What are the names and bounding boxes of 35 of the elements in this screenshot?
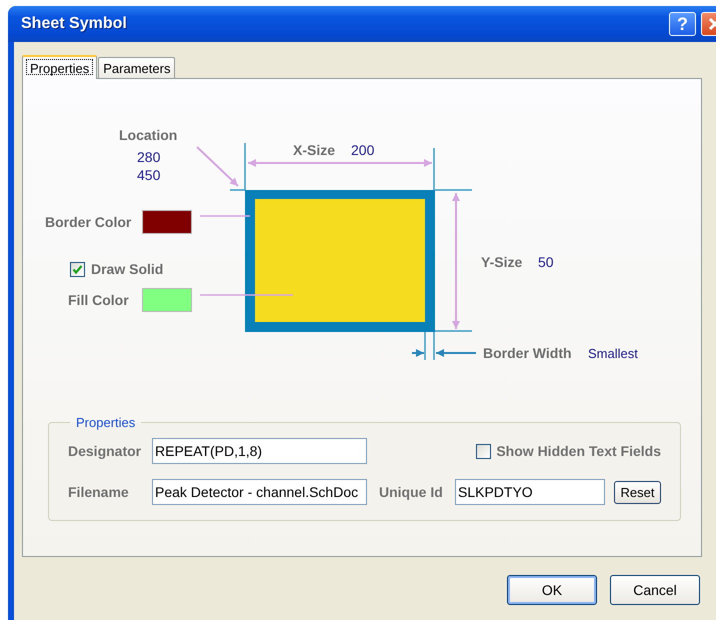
location-x-value: 280 — [137, 149, 160, 165]
y-size-label: Y-Size — [481, 254, 522, 270]
leader-arrow — [196, 146, 239, 187]
field-label: Unique Id — [379, 484, 444, 500]
extension-line — [424, 332, 426, 360]
fill-color-label: Fill Color — [68, 292, 129, 308]
dialog-button[interactable]: Cancel — [610, 575, 700, 605]
group-title: Properties — [75, 415, 136, 430]
location-label: Location — [119, 127, 178, 143]
dimension-arrow — [436, 349, 476, 357]
border-color-label: Border Color — [45, 214, 132, 230]
x-size-value: 200 — [351, 142, 374, 158]
dialog-button[interactable]: OK — [507, 575, 597, 605]
checkbox-label: Draw Solid — [91, 261, 164, 277]
border-width-label: Border Width — [483, 345, 572, 361]
field-label: Filename — [68, 484, 130, 500]
input-field[interactable]: REPEAT(PD,1,8) — [152, 438, 367, 464]
tab[interactable]: Parameters — [98, 57, 176, 78]
color-swatch[interactable] — [142, 210, 192, 234]
checkbox[interactable] — [70, 262, 85, 277]
x-size-label: X-Size — [293, 142, 336, 158]
checkbox[interactable] — [476, 444, 492, 458]
input-field[interactable]: Peak Detector - channel.SchDoc — [152, 479, 367, 505]
color-swatch[interactable] — [142, 288, 192, 312]
border-width-value: Smallest — [588, 346, 638, 362]
y-size-value: 50 — [538, 254, 554, 270]
field-label: Designator — [68, 443, 142, 459]
reset-button[interactable]: Reset — [614, 480, 661, 504]
dimension-arrow — [412, 349, 424, 357]
window-title: Sheet Symbol — [21, 15, 128, 33]
leader-line — [200, 215, 250, 217]
input-field[interactable]: SLKPDTYO — [455, 479, 605, 505]
tab[interactable]: Properties — [22, 55, 98, 79]
checkbox-label: Show Hidden Text Fields — [496, 443, 661, 459]
location-y-value: 450 — [137, 167, 160, 183]
